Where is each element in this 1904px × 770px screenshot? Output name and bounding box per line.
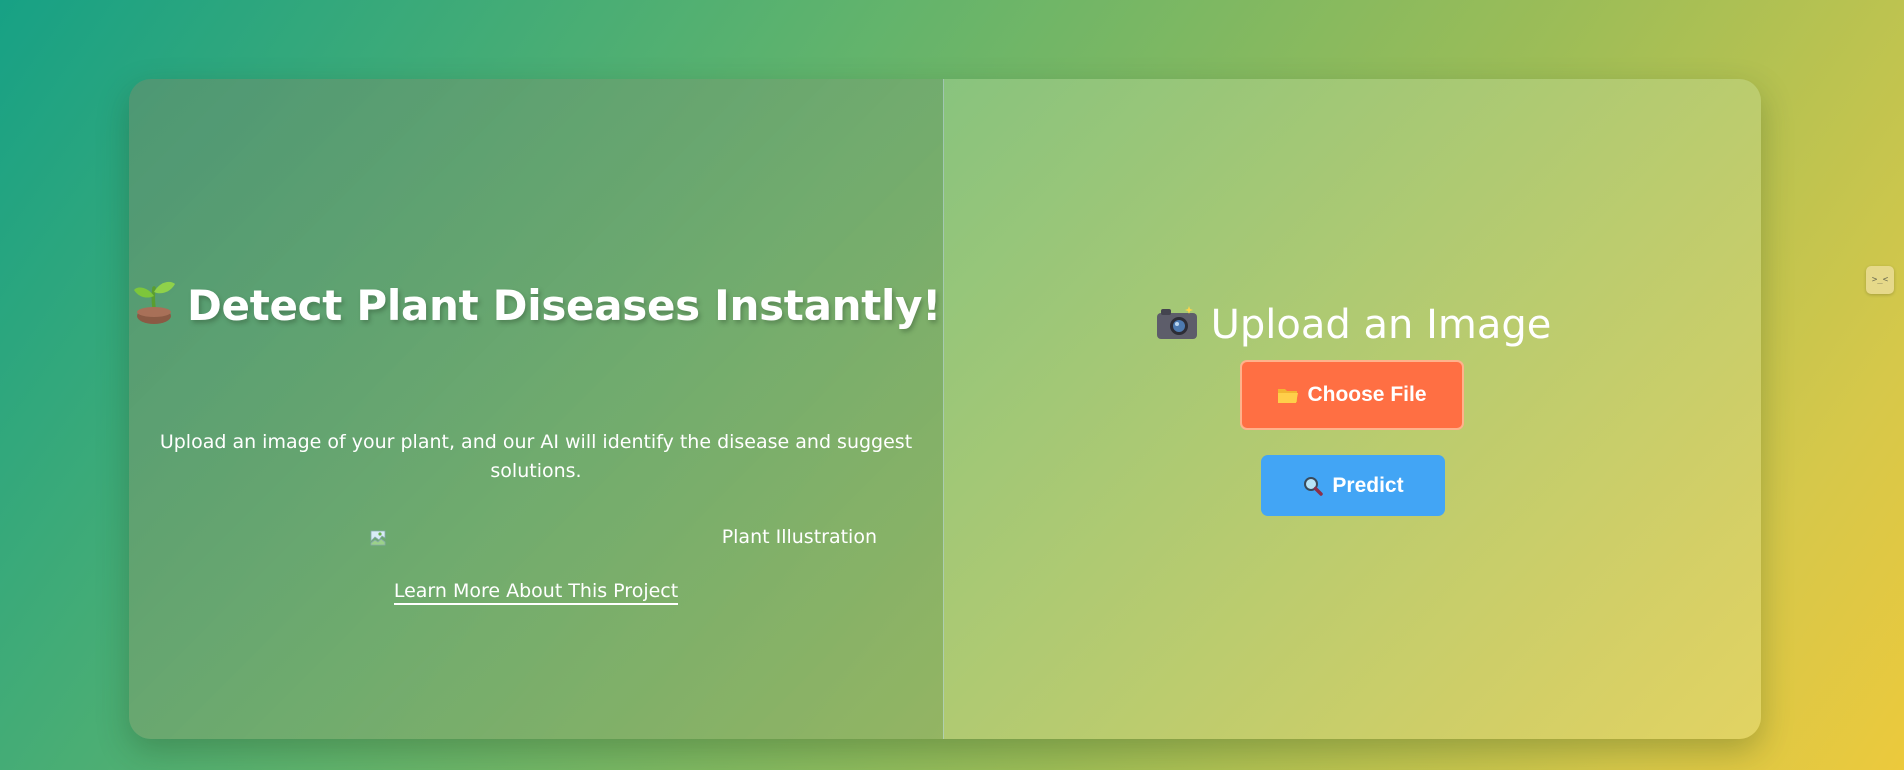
upload-title: Upload an Image	[944, 298, 1761, 352]
choose-file-button[interactable]: Choose File	[1240, 360, 1464, 430]
hero-subtitle: Upload an image of your plant, and our A…	[159, 431, 913, 482]
learn-more-container: Learn More About This Project	[129, 577, 943, 605]
predict-label: Predict	[1332, 473, 1404, 497]
broken-image-icon	[370, 530, 386, 546]
choose-file-label: Choose File	[1307, 383, 1427, 406]
hero-title: Detect Plant Diseases Instantly!	[129, 278, 943, 334]
hero-title-text: Detect Plant Diseases Instantly!	[186, 281, 942, 330]
upload-title-text: Upload an Image	[1210, 302, 1552, 348]
plant-illustration: Plant Illustration	[369, 524, 877, 552]
sprout-icon	[133, 281, 175, 324]
illustration-alt-text: Plant Illustration	[721, 526, 877, 548]
learn-more-link[interactable]: Learn More About This Project	[393, 580, 679, 605]
main-card: Detect Plant Diseases Instantly! Upload …	[129, 79, 1761, 739]
folder-icon	[1278, 389, 1299, 403]
camera-icon	[1156, 306, 1197, 339]
magnifier-icon	[1304, 476, 1324, 496]
predict-button[interactable]: Predict	[1261, 455, 1445, 516]
info-panel: Detect Plant Diseases Instantly! Upload …	[129, 79, 944, 739]
extension-face-icon[interactable]: >_<	[1866, 266, 1894, 294]
upload-panel: Upload an Image Choose File Predict	[944, 79, 1761, 739]
